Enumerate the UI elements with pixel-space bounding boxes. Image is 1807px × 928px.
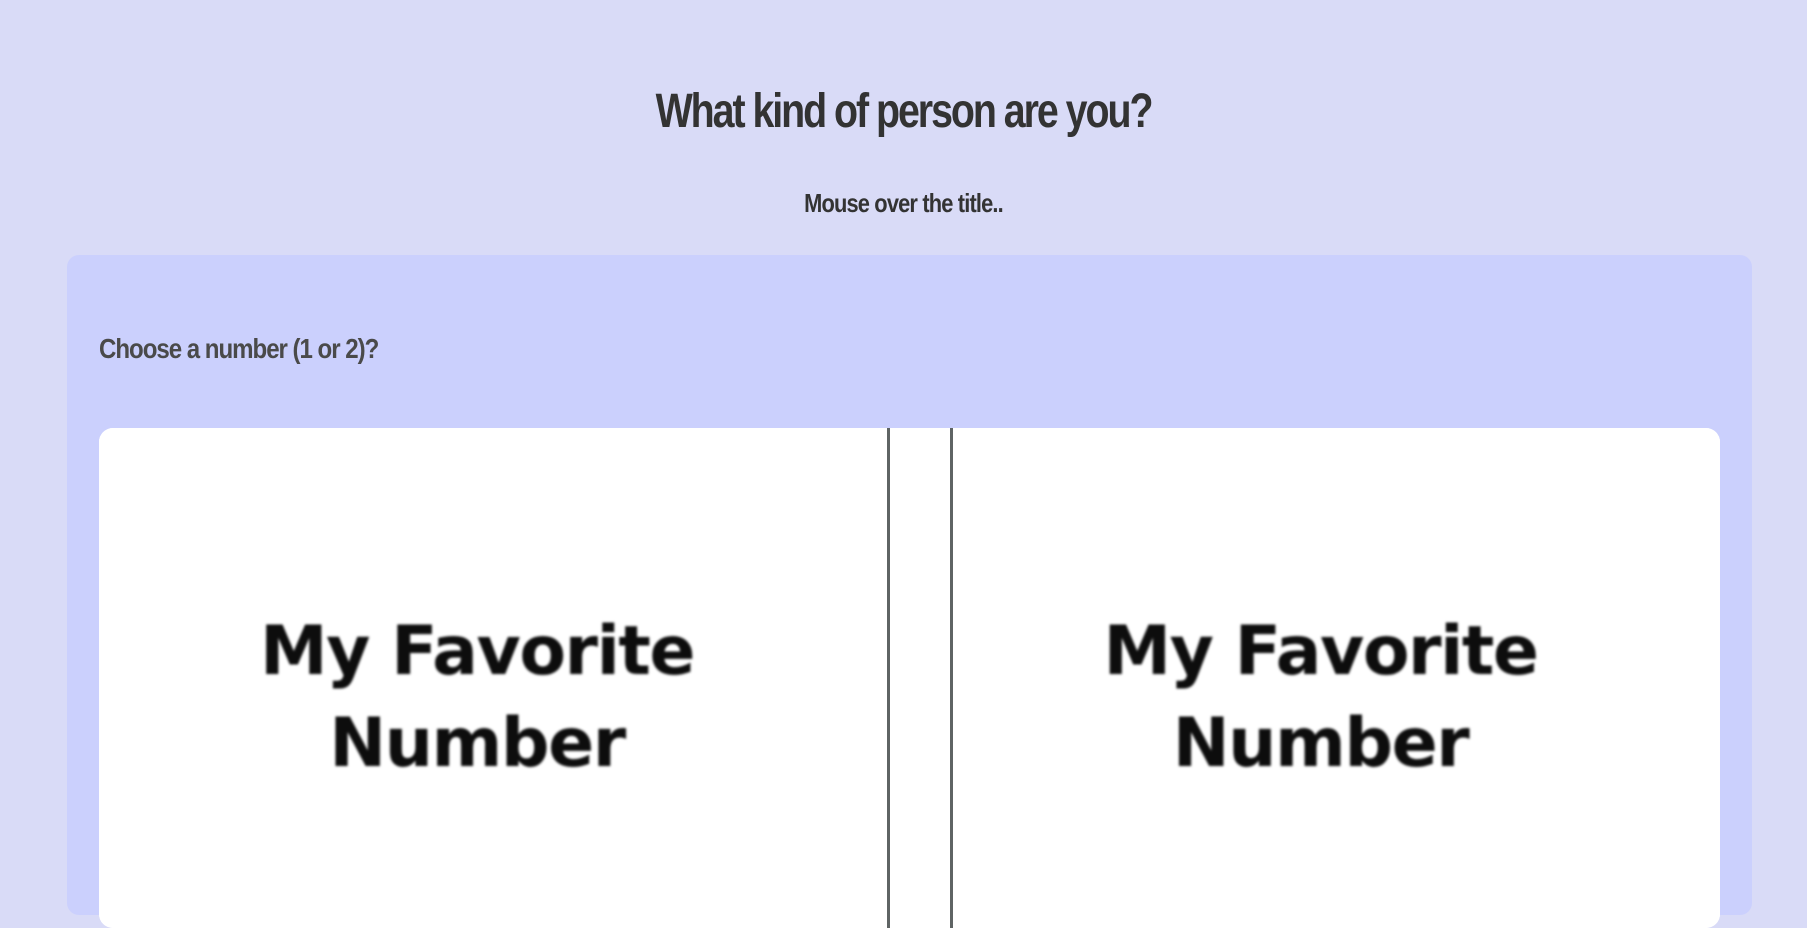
options-image: My Favorite Number My Favorite Number	[99, 428, 1720, 928]
page-subtitle: Mouse over the title..	[804, 188, 1004, 218]
option-1-card[interactable]: My Favorite Number	[99, 428, 887, 928]
option-2-title: My Favorite Number	[937, 606, 1704, 790]
option-2-title-line2: Number	[1172, 704, 1470, 783]
option-2-card[interactable]: My Favorite Number	[953, 428, 1720, 928]
page-title[interactable]: What kind of person are you?	[163, 78, 1645, 146]
option-1-title: My Favorite Number	[99, 606, 871, 790]
question-text: Choose a number (1 or 2)?	[99, 333, 379, 364]
option-1-title-line2: Number	[329, 704, 626, 783]
option-1-title-line1: My Favorite	[259, 612, 696, 691]
option-2-title-line1: My Favorite	[1103, 612, 1539, 691]
quiz-card: Choose a number (1 or 2)? My Favorite Nu…	[67, 255, 1752, 928]
